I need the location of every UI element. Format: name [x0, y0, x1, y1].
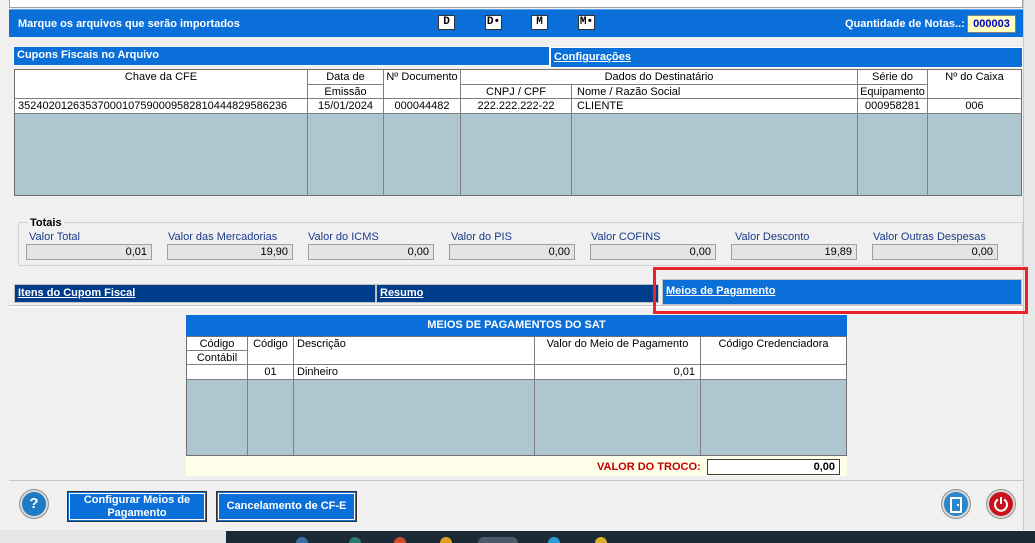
grid-line	[460, 114, 461, 195]
col-data-emissao-line1: Data de	[308, 70, 384, 85]
taskbar-icon[interactable]	[394, 537, 406, 543]
cell-cnpj[interactable]: 222.222.222-22	[461, 99, 572, 114]
col-num-caixa: Nº do Caixa	[928, 70, 1021, 99]
cell-chave[interactable]: 3524020126353700010759000958281044482958…	[15, 99, 308, 114]
top-panel-edge	[9, 0, 1023, 8]
taskbar-icon[interactable]	[440, 537, 452, 543]
label-valor-icms: Valor do ICMS	[308, 231, 379, 243]
grid-line	[700, 380, 701, 455]
field-valor-cofins: 0,00	[590, 244, 716, 260]
taskbar-icon[interactable]	[478, 537, 518, 543]
col-serie-line1: Série do	[858, 70, 928, 85]
cell-valor-meio[interactable]: 0,01	[535, 365, 701, 380]
col-nome-razao: Nome / Razão Social	[572, 85, 858, 99]
vertical-scrollbar[interactable]	[1023, 0, 1035, 530]
os-taskbar	[226, 531, 1035, 543]
sat-title: MEIOS DE PAGAMENTOS DO SAT	[186, 315, 847, 337]
taskbar-icon[interactable]	[296, 537, 308, 543]
annotation-highlight-box	[653, 267, 1028, 314]
col-valor-meio: Valor do Meio de Pagamento	[535, 337, 701, 365]
label-valor-cofins: Valor COFINS	[591, 231, 661, 243]
troco-label: VALOR DO TROCO:	[597, 461, 701, 473]
col-data-emissao-line2: Emissão	[308, 85, 384, 99]
field-valor-desconto: 19,89	[731, 244, 857, 260]
col-codigo-contabil-line2: Contábil	[187, 351, 248, 365]
cell-descricao[interactable]: Dinheiro	[294, 365, 535, 380]
sat-table: Código Contábil Código Descrição Valor d…	[186, 336, 847, 456]
cell-data[interactable]: 15/01/2024	[308, 99, 384, 114]
grid-line	[571, 114, 572, 195]
tab-itens-cupom[interactable]: Itens do Cupom Fiscal	[14, 284, 376, 303]
grid-line	[857, 114, 858, 195]
label-valor-total: Valor Total	[29, 231, 80, 243]
qty-notas-value: 000003	[967, 15, 1016, 33]
col-serie-line2: Equipamento	[858, 85, 928, 99]
cell-credenciadora[interactable]	[701, 365, 846, 380]
col-cnpj-cpf: CNPJ / CPF	[461, 85, 572, 99]
field-valor-icms: 0,00	[308, 244, 434, 260]
tab-configuracoes[interactable]: Configurações	[550, 47, 1023, 68]
cell-serie[interactable]: 000958281	[858, 99, 928, 114]
configurar-meios-button[interactable]: Configurar Meios de Pagamento	[67, 491, 207, 522]
mark-m-dot-button[interactable]: M•	[578, 15, 595, 30]
mark-m-button[interactable]: M	[531, 15, 548, 30]
col-codigo-contabil-line1: Código	[187, 337, 248, 351]
tab-cupons-fiscais[interactable]: Cupons Fiscais no Arquivo	[13, 46, 550, 66]
grid-line	[307, 114, 308, 195]
col-chave-cfe: Chave da CFE	[15, 70, 308, 99]
cancelamento-cfe-button[interactable]: Cancelamento de CF-E	[216, 491, 357, 522]
import-header-bar: Marque os arquivos que serão importados …	[9, 9, 1023, 37]
mark-d-dot-button[interactable]: D•	[485, 15, 502, 30]
troco-value: 0,00	[707, 459, 840, 475]
cell-nome[interactable]: CLIENTE	[572, 99, 858, 114]
qty-notas-label: Quantidade de Notas..:	[845, 18, 965, 30]
field-valor-total: 0,01	[26, 244, 152, 260]
background-window-strip	[0, 530, 226, 543]
cell-documento[interactable]: 000044482	[384, 99, 461, 114]
grid-line	[247, 380, 248, 455]
door-icon	[950, 497, 962, 513]
cfe-table: Chave da CFE Data de Emissão Nº Document…	[14, 69, 1022, 196]
header-title: Marque os arquivos que serão importados	[18, 18, 240, 30]
grid-line	[534, 380, 535, 455]
cell-caixa[interactable]: 006	[928, 99, 1021, 114]
col-dados-destinatario: Dados do Destinatário	[461, 70, 858, 85]
power-icon	[994, 497, 1008, 512]
help-button[interactable]: ?	[20, 490, 48, 518]
label-valor-pis: Valor do PIS	[451, 231, 512, 243]
taskbar-icon[interactable]	[548, 537, 560, 543]
grid-line	[383, 114, 384, 195]
mark-d-button[interactable]: D	[438, 15, 455, 30]
grid-line	[927, 114, 928, 195]
power-button[interactable]	[987, 490, 1015, 518]
label-valor-desconto: Valor Desconto	[735, 231, 810, 243]
col-codigo: Código	[248, 337, 294, 365]
col-credenciadora: Código Credenciadora	[701, 337, 846, 365]
grid-line	[293, 380, 294, 455]
exit-door-button[interactable]	[942, 490, 970, 518]
totais-title: Totais	[28, 217, 64, 229]
label-valor-mercadorias: Valor das Mercadorias	[168, 231, 278, 243]
taskbar-icon[interactable]	[349, 537, 361, 543]
tab-resumo[interactable]: Resumo	[376, 284, 659, 303]
cell-codigo-contabil[interactable]	[187, 365, 248, 380]
field-valor-outras-despesas: 0,00	[872, 244, 998, 260]
cell-codigo[interactable]: 01	[248, 365, 294, 380]
field-valor-mercadorias: 19,90	[167, 244, 293, 260]
help-icon: ?	[29, 495, 39, 512]
col-descricao: Descrição	[294, 337, 535, 365]
field-valor-pis: 0,00	[449, 244, 575, 260]
taskbar-icon[interactable]	[595, 537, 607, 543]
col-num-documento: Nº Documento	[384, 70, 461, 99]
label-valor-outras-despesas: Valor Outras Despesas	[873, 231, 986, 243]
